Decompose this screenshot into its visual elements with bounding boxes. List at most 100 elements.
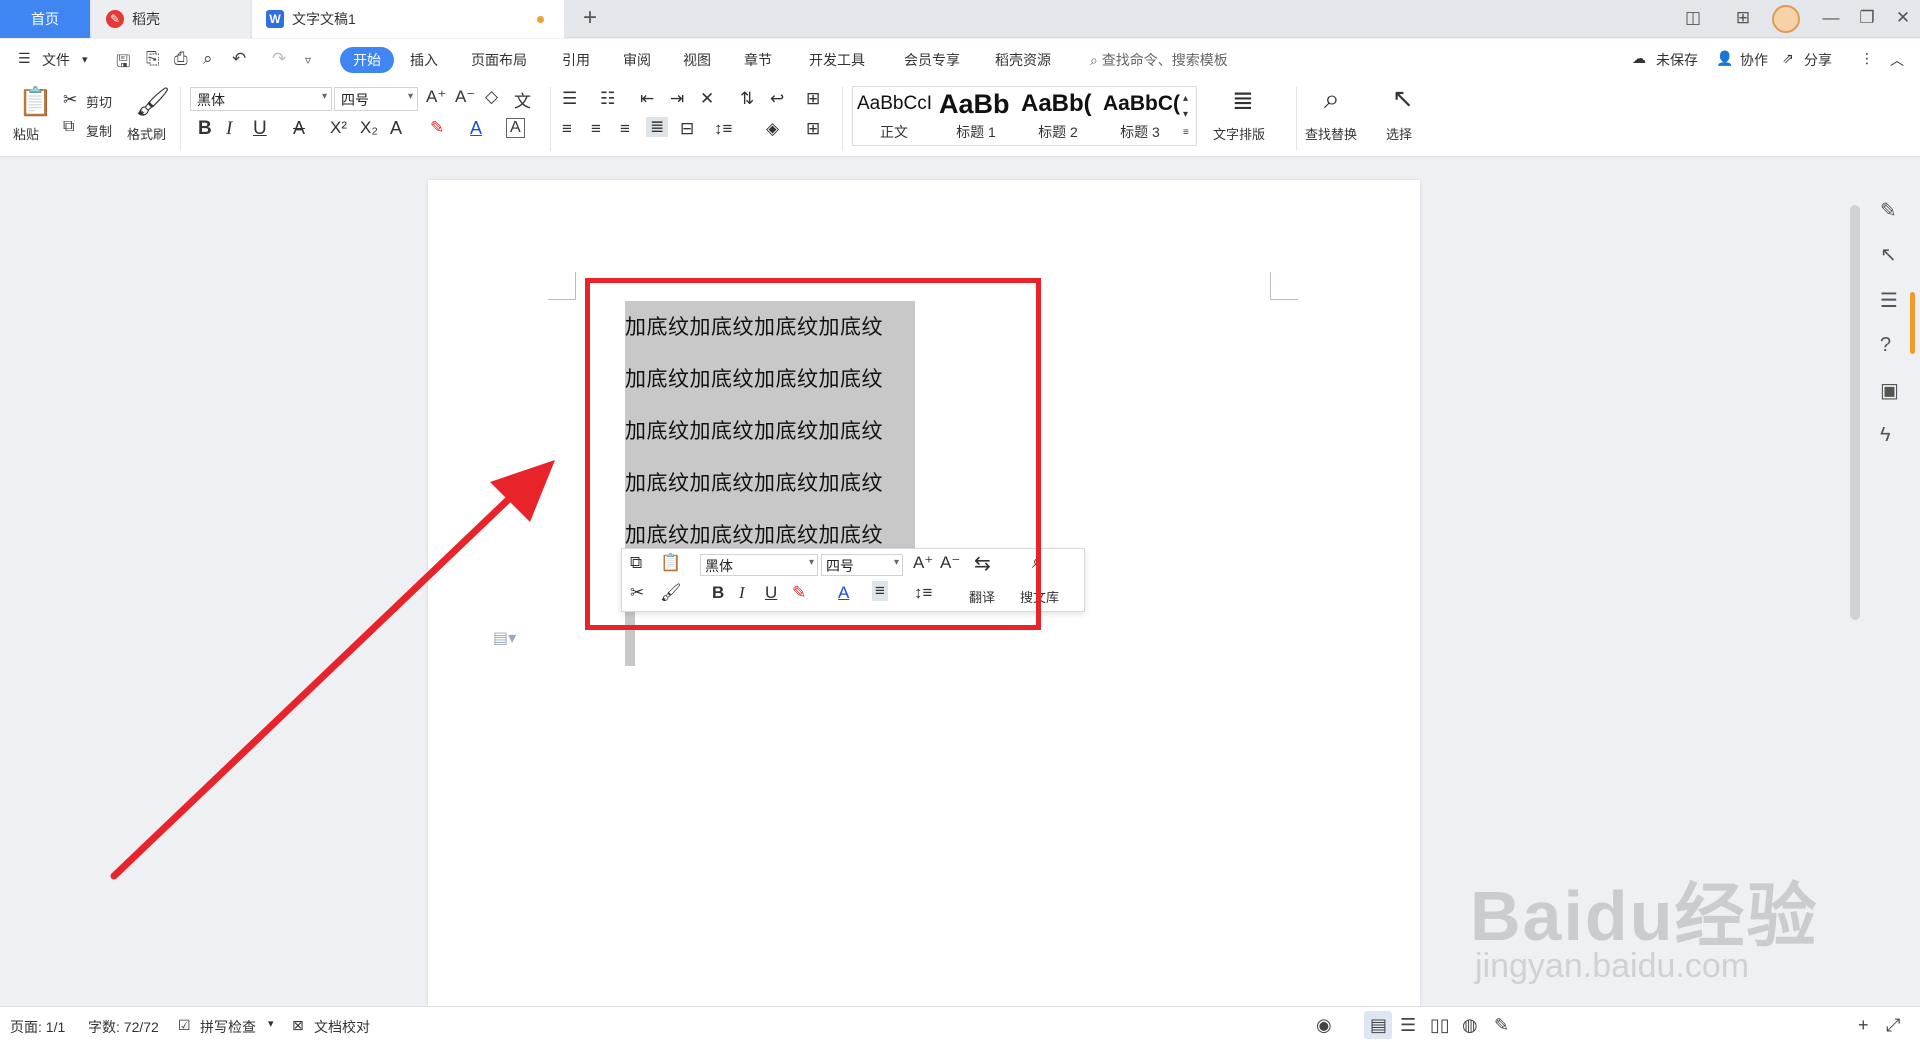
unsaved-status[interactable]: 未保存 xyxy=(1656,50,1698,70)
paragraph-options-icon[interactable]: ▤▾ xyxy=(493,628,516,648)
char-border-icon[interactable]: A xyxy=(506,118,525,138)
font-color-icon[interactable]: A xyxy=(470,118,482,139)
quick-access-more-icon[interactable]: ▿ xyxy=(305,53,311,67)
web-view-icon[interactable]: ◍ xyxy=(1462,1015,1478,1036)
collab-button[interactable]: 协作 xyxy=(1740,50,1768,70)
font-size-select[interactable]: 四号 ▾ xyxy=(334,87,418,111)
print-icon[interactable]: ⎙ xyxy=(174,49,188,69)
tab-document[interactable]: W 文字文稿1 xyxy=(252,0,564,38)
format-painter-button[interactable]: 格式刷 xyxy=(127,124,166,143)
borders-icon[interactable]: ⊞ xyxy=(806,119,820,139)
style-normal[interactable]: AaBbCcI 正文 xyxy=(853,87,935,145)
clear-format-icon[interactable]: ◇ xyxy=(485,87,498,107)
paste-icon[interactable]: 📋 xyxy=(18,85,53,118)
pinyin-guide-icon[interactable]: 文 xyxy=(514,87,531,112)
spell-check-button[interactable]: 拼写检查 xyxy=(200,1017,256,1037)
settings-sliders-icon[interactable]: ☰ xyxy=(1880,288,1898,313)
bold-icon[interactable]: B xyxy=(198,118,212,140)
menu-chapter[interactable]: 章节 xyxy=(744,50,772,70)
proofread-icon[interactable]: ⊠ xyxy=(292,1017,304,1034)
text-layout-icon[interactable]: ≣ xyxy=(1232,85,1254,116)
share-button[interactable]: 分享 xyxy=(1804,50,1832,70)
sort-icon[interactable]: ⇅ xyxy=(740,89,754,109)
copy-button[interactable]: 复制 xyxy=(86,121,112,140)
line-spacing-icon[interactable]: ↕≡ xyxy=(714,119,732,139)
increase-indent-icon[interactable]: ⇥ xyxy=(670,89,684,109)
outline-view-icon[interactable]: ☰ xyxy=(1400,1015,1416,1036)
styles-scroll-down-icon[interactable]: ▾ xyxy=(1183,109,1188,120)
menu-review[interactable]: 审阅 xyxy=(623,50,651,70)
redo-icon[interactable]: ↷ xyxy=(272,49,286,69)
numbered-list-icon[interactable]: ☷ xyxy=(600,89,615,109)
undo-icon[interactable]: ↶ xyxy=(232,49,246,69)
word-count[interactable]: 字数: 72/72 xyxy=(88,1017,159,1037)
distributed-icon[interactable]: ⊟ xyxy=(680,119,694,139)
print-preview-icon[interactable]: ⌕ xyxy=(203,49,213,69)
menu-start[interactable]: 开始 xyxy=(340,47,394,73)
vertical-scrollbar[interactable] xyxy=(1848,165,1862,1005)
write-mode-icon[interactable]: ✎ xyxy=(1494,1015,1509,1036)
tab-daoke[interactable]: ✎ 稻壳 xyxy=(92,0,250,38)
menu-references[interactable]: 引用 xyxy=(562,50,590,70)
collapse-ribbon-icon[interactable]: ︿ xyxy=(1890,50,1904,70)
menu-developer[interactable]: 开发工具 xyxy=(809,50,865,70)
style-heading-3[interactable]: AaBbC( 标题 3 xyxy=(1099,87,1181,145)
strikethrough-icon[interactable]: A xyxy=(293,118,305,139)
more-options-icon[interactable]: ⋮ xyxy=(1860,50,1874,67)
underline-icon[interactable]: U xyxy=(253,118,267,140)
menu-view[interactable]: 视图 xyxy=(683,50,711,70)
format-painter-icon[interactable]: 🖌 xyxy=(135,85,171,118)
minimize-icon[interactable]: — xyxy=(1816,8,1846,28)
chinese-layout-icon[interactable]: ✕ xyxy=(700,89,714,109)
save-icon[interactable]: 🖫 xyxy=(116,49,130,78)
restore-icon[interactable]: ❐ xyxy=(1852,8,1882,28)
menu-member[interactable]: 会员专享 xyxy=(904,50,960,70)
export-pdf-icon[interactable]: ⎘ xyxy=(146,49,160,69)
reading-view-icon[interactable]: ▯▯ xyxy=(1430,1015,1450,1036)
text-layout-button[interactable]: 文字排版 xyxy=(1213,124,1265,143)
edit-pen-icon[interactable]: ✎ xyxy=(1880,198,1897,223)
avatar[interactable] xyxy=(1772,5,1800,33)
hamburger-icon[interactable]: ☰ xyxy=(18,50,31,67)
checkbox-icon[interactable]: ☑ xyxy=(178,1017,191,1034)
chevron-down-icon[interactable]: ▾ xyxy=(268,1017,274,1030)
align-center-icon[interactable]: ≡ xyxy=(591,119,601,139)
chevron-down-icon[interactable]: ▾ xyxy=(82,53,88,66)
new-tab-button[interactable]: + xyxy=(575,4,605,32)
menu-page-layout[interactable]: 页面布局 xyxy=(471,50,527,70)
scrollbar-thumb[interactable] xyxy=(1850,205,1860,620)
menu-daoke-resources[interactable]: 稻壳资源 xyxy=(995,50,1051,70)
tab-home[interactable]: 首页 xyxy=(0,0,90,38)
superscript-icon[interactable]: X² xyxy=(330,118,347,138)
align-right-icon[interactable]: ≡ xyxy=(620,119,630,139)
decrease-font-icon[interactable]: A⁻ xyxy=(455,87,475,107)
highlight-color-icon[interactable]: ✎ xyxy=(430,118,444,138)
page-view-icon[interactable]: ▤ xyxy=(1370,1015,1387,1036)
eye-protection-icon[interactable]: ◉ xyxy=(1316,1015,1332,1036)
decrease-indent-icon[interactable]: ⇤ xyxy=(640,89,654,109)
close-icon[interactable]: ✕ xyxy=(1888,8,1918,28)
find-replace-button[interactable]: 查找替换 xyxy=(1305,124,1357,143)
italic-icon[interactable]: I xyxy=(226,118,232,140)
lightning-icon[interactable]: ϟ xyxy=(1880,424,1891,447)
justify-icon[interactable]: ≣ xyxy=(646,117,669,137)
show-marks-icon[interactable]: ↩ xyxy=(770,89,784,109)
share-icon[interactable]: ⇗ xyxy=(1782,50,1794,67)
menu-insert[interactable]: 插入 xyxy=(410,50,438,70)
align-left-icon[interactable]: ≡ xyxy=(562,119,572,139)
image-tools-icon[interactable]: ▣ xyxy=(1880,378,1899,403)
fullscreen-icon[interactable]: ⤢ xyxy=(1886,1015,1900,1036)
cursor-select-icon[interactable]: ↖ xyxy=(1880,242,1897,267)
text-effect-icon[interactable]: A xyxy=(390,118,402,139)
command-search[interactable]: ⌕ 查找命令、搜索模板 xyxy=(1090,50,1228,70)
apps-grid-icon[interactable]: ⊞ xyxy=(1728,8,1758,28)
font-family-select[interactable]: 黑体 ▾ xyxy=(190,87,332,111)
subscript-icon[interactable]: X₂ xyxy=(360,118,378,138)
bullet-list-icon[interactable]: ☰ xyxy=(562,89,577,109)
cut-button[interactable]: 剪切 xyxy=(86,92,112,111)
reading-layout-icon[interactable]: ◫ xyxy=(1678,8,1708,28)
collab-icon[interactable]: 👤 xyxy=(1716,50,1733,67)
zoom-in-icon[interactable]: + xyxy=(1858,1015,1869,1036)
find-replace-icon[interactable]: ⌕ xyxy=(1324,83,1340,116)
menu-file[interactable]: 文件 xyxy=(42,50,70,70)
